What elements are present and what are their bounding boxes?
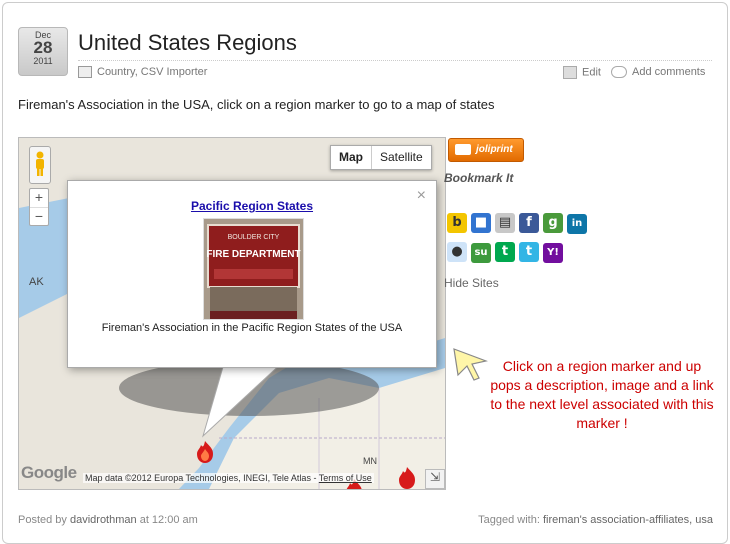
reddit-icon[interactable]: ● bbox=[447, 242, 467, 262]
add-comments-link[interactable]: Add comments bbox=[611, 66, 706, 79]
map-label-mn: MN bbox=[363, 456, 377, 466]
google-map[interactable]: + − Map Satellite AK MN × Pacific Region… bbox=[18, 137, 446, 490]
author-link[interactable]: davidrothman bbox=[70, 514, 137, 526]
date-day: 28 bbox=[33, 38, 53, 57]
fire-marker-pacific[interactable] bbox=[195, 440, 215, 464]
zoom-out-button[interactable]: − bbox=[30, 208, 48, 226]
tag-links[interactable]: fireman's association-affiliates, usa bbox=[543, 514, 713, 526]
edit-label: Edit bbox=[582, 66, 601, 79]
twitter-icon[interactable]: t bbox=[519, 242, 539, 262]
bebo-icon[interactable]: b bbox=[447, 213, 467, 233]
yahoo-icon[interactable]: Y! bbox=[543, 243, 563, 263]
post-footer-tags: Tagged with: fireman's association-affil… bbox=[478, 514, 713, 526]
post-categories: Country, CSV Importer bbox=[78, 66, 207, 79]
comment-icon bbox=[611, 66, 627, 79]
printer-icon bbox=[455, 144, 471, 155]
map-type-control: Map Satellite bbox=[330, 145, 432, 170]
map-credit-text: Map data ©2012 Europa Technologies, INEG… bbox=[85, 473, 319, 483]
street-view-pegman[interactable] bbox=[29, 146, 51, 184]
facebook-icon[interactable]: f bbox=[519, 213, 539, 233]
social-bookmark-list: b ■ ▤ f g in● su t t Y! bbox=[447, 213, 607, 271]
zoom-in-button[interactable]: + bbox=[30, 189, 48, 208]
date-year: 2011 bbox=[33, 56, 53, 66]
map-type-satellite-button[interactable]: Satellite bbox=[372, 146, 431, 169]
tagged-with-label: Tagged with: bbox=[478, 514, 540, 526]
fire-marker-midwest[interactable] bbox=[397, 466, 417, 490]
region-link-pacific[interactable]: Pacific Region States bbox=[68, 199, 436, 213]
edit-icon bbox=[563, 66, 577, 79]
technorati-icon[interactable]: t bbox=[495, 242, 515, 262]
digg-icon[interactable]: ▤ bbox=[495, 213, 515, 233]
map-type-map-button[interactable]: Map bbox=[331, 146, 372, 169]
resize-handle-icon[interactable]: ⇲ bbox=[425, 469, 445, 489]
stumbleupon-icon[interactable]: su bbox=[471, 243, 491, 263]
post-footer-author: Posted by davidrothman at 12:00 am bbox=[18, 514, 198, 526]
category-icon bbox=[78, 66, 92, 79]
infowindow-tail bbox=[202, 360, 286, 438]
post-title[interactable]: United States Regions bbox=[78, 30, 297, 56]
linkedin-icon[interactable]: in bbox=[567, 214, 587, 234]
title-divider bbox=[78, 60, 712, 61]
map-credit: Map data ©2012 Europa Technologies, INEG… bbox=[83, 473, 374, 483]
pegman-icon bbox=[35, 151, 45, 177]
joliprint-label: joliprint bbox=[476, 144, 513, 155]
post-time: at 12:00 am bbox=[139, 514, 198, 526]
zoom-control: + − bbox=[29, 188, 49, 226]
google-icon[interactable]: g bbox=[543, 213, 563, 233]
instruction-callout: Click on a region marker and up pops a d… bbox=[490, 358, 714, 431]
edit-link[interactable]: Edit bbox=[563, 66, 601, 79]
region-description: Fireman's Association in the Pacific Reg… bbox=[101, 322, 403, 334]
terms-of-use-link[interactable]: Terms of Use bbox=[319, 473, 372, 483]
google-logo[interactable]: Google bbox=[21, 463, 77, 483]
category-links[interactable]: Country, CSV Importer bbox=[97, 66, 207, 78]
post-intro: Fireman's Association in the USA, click … bbox=[18, 97, 495, 112]
hide-sites-link[interactable]: Hide Sites bbox=[444, 276, 499, 290]
sign-line-1: BOULDER CITY bbox=[228, 234, 280, 241]
posted-by-label: Posted by bbox=[18, 514, 67, 526]
map-info-window: × Pacific Region States BOULDER CITY FIR… bbox=[67, 180, 437, 368]
add-comments-label: Add comments bbox=[632, 66, 706, 78]
pointer-arrow-icon bbox=[453, 348, 488, 381]
map-label-ak: AK bbox=[29, 276, 44, 288]
sign-line-2: FIRE DEPARTMENT bbox=[206, 249, 300, 260]
bookmark-heading: Bookmark It bbox=[444, 171, 514, 185]
joliprint-button[interactable]: joliprint bbox=[448, 138, 524, 162]
delicious-icon[interactable]: ■ bbox=[471, 213, 491, 233]
date-badge: Dec 28 2011 bbox=[18, 27, 68, 76]
fire-department-image: BOULDER CITY FIRE DEPARTMENT bbox=[203, 218, 304, 320]
